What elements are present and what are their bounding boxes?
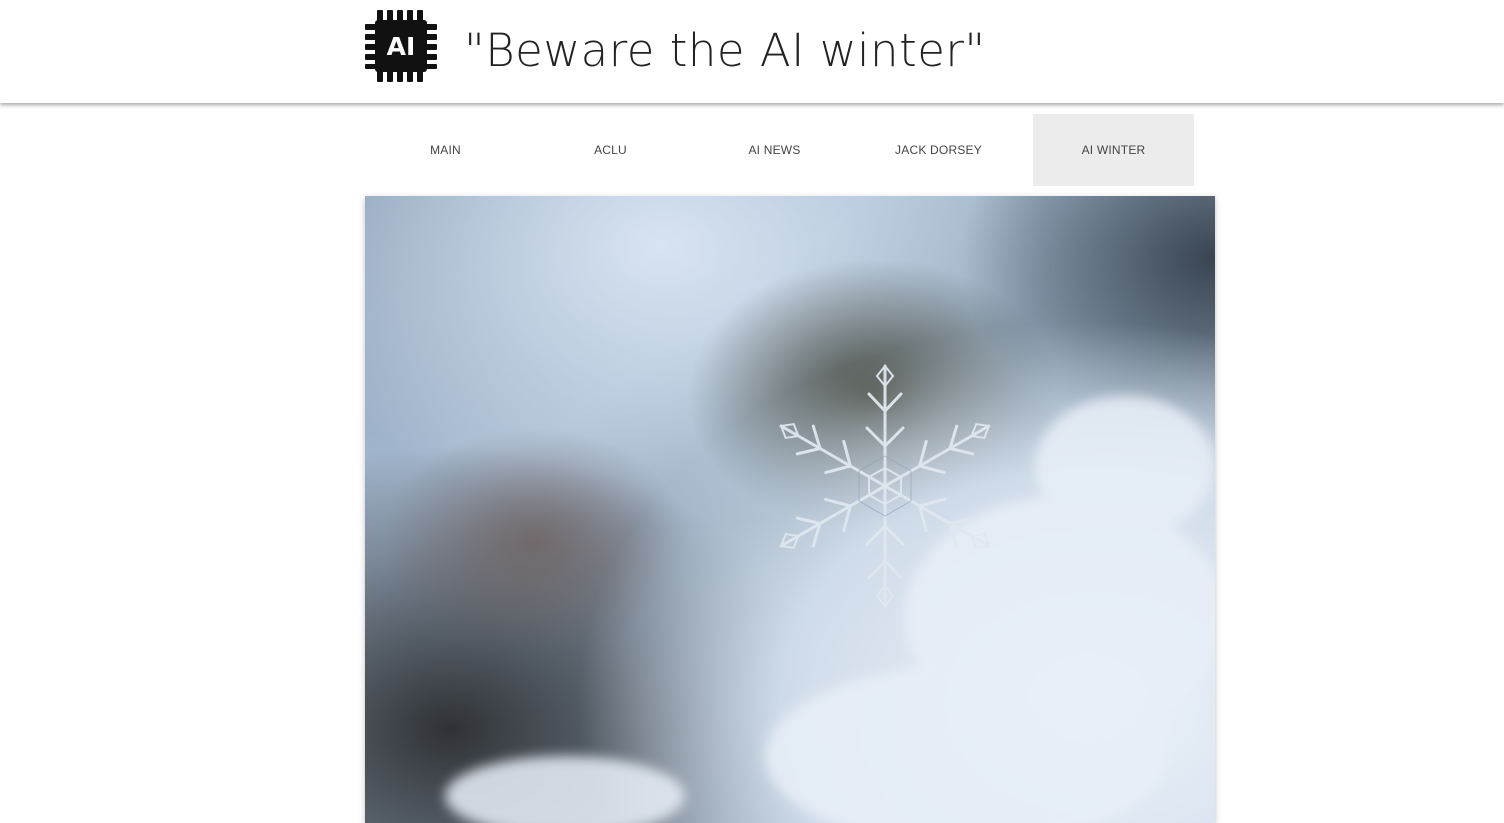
nav-item-main[interactable]: MAIN: [365, 114, 526, 186]
page-title: "Beware the AI winter": [464, 24, 986, 77]
site-header: AI "Beware the AI winter": [0, 0, 1504, 103]
logo-text: AI: [387, 32, 416, 61]
snowflake-photo: [365, 196, 1215, 823]
nav-item-aclu[interactable]: ACLU: [530, 114, 691, 186]
nav-item-ai-winter[interactable]: AI WINTER: [1033, 114, 1194, 186]
nav-item-ai-news[interactable]: AI NEWS: [694, 114, 855, 186]
ai-chip-icon[interactable]: AI: [365, 10, 437, 82]
main-nav: MAIN ACLU AI NEWS JACK DORSEY AI WINTER: [365, 114, 1215, 186]
nav-item-jack-dorsey[interactable]: JACK DORSEY: [858, 114, 1019, 186]
